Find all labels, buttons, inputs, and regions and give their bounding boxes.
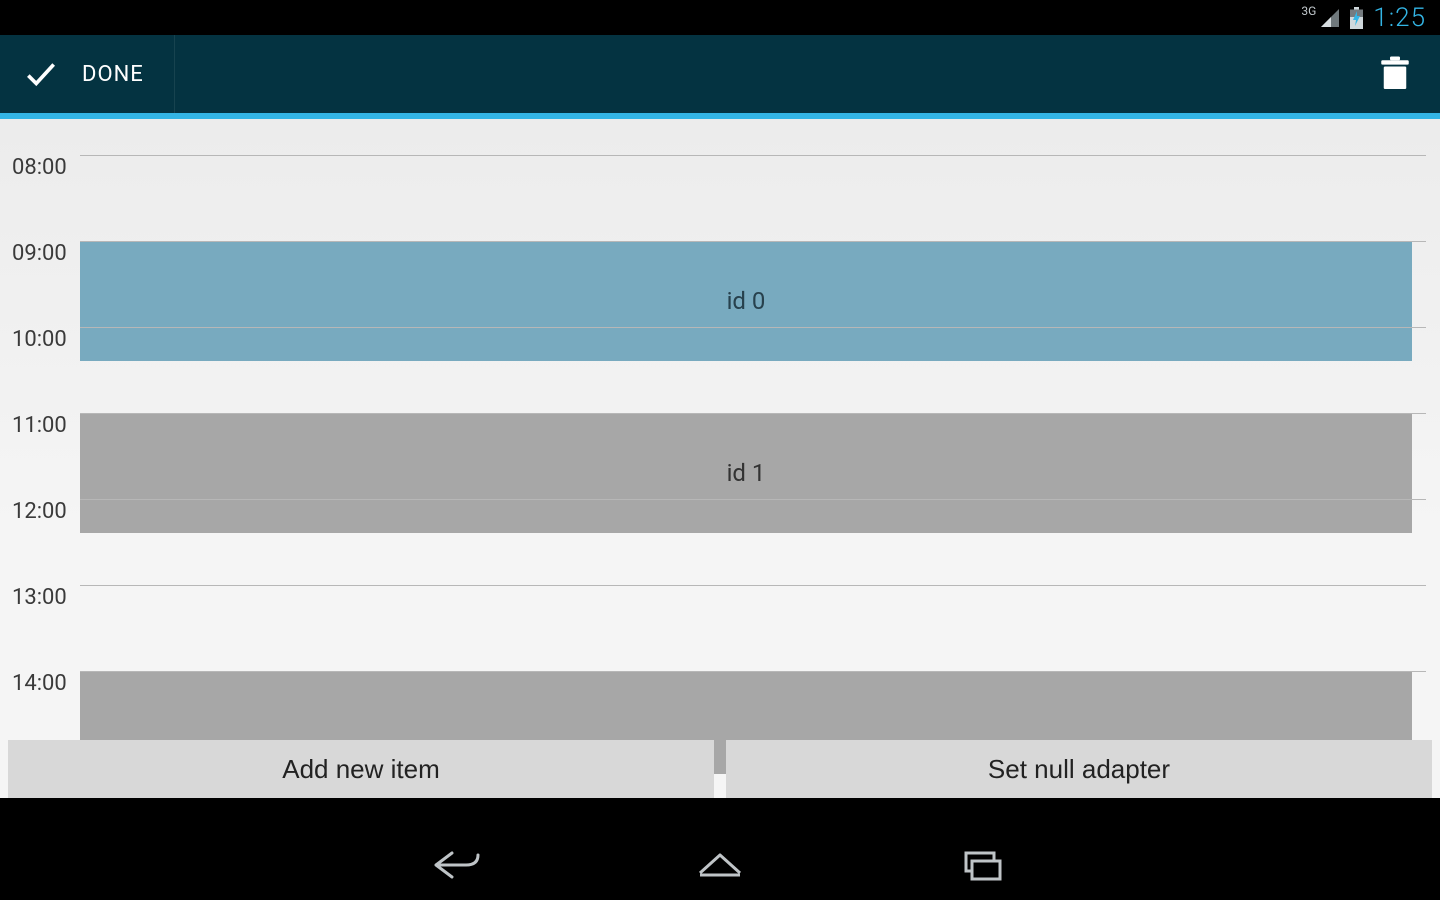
hour-grid-line <box>80 499 1426 500</box>
hour-grid-line <box>80 327 1426 328</box>
android-status-bar: 3G 1:25 <box>0 0 1440 35</box>
hour-label: 09:00 <box>12 241 67 266</box>
done-button[interactable]: DONE <box>0 35 175 113</box>
nav-back-button[interactable] <box>412 835 504 899</box>
signal-icon <box>1320 8 1340 28</box>
hour-grid-line <box>80 671 1426 672</box>
delete-button[interactable] <box>1350 35 1440 113</box>
letterbox-gap <box>0 798 1440 834</box>
recents-icon <box>956 845 1008 885</box>
android-nav-bar <box>0 834 1440 900</box>
schedule-view[interactable]: 08:00 09:00 10:00 11:00 12:00 13:00 14:00 id 0… <box>0 119 1440 798</box>
hour-label: 12:00 <box>12 499 67 524</box>
hour-grid-line <box>80 413 1426 414</box>
hour-grid-line <box>80 585 1426 586</box>
hour-label: 08:00 <box>12 155 67 180</box>
done-label: DONE <box>82 62 144 87</box>
nav-recents-button[interactable] <box>936 835 1028 899</box>
hour-grid-line <box>80 241 1426 242</box>
clock-label: 1:25 <box>1373 3 1426 33</box>
battery-charging-icon <box>1350 7 1363 29</box>
check-icon <box>22 55 60 93</box>
event-block[interactable]: id 0 <box>80 241 1412 361</box>
set-null-adapter-button[interactable]: Set null adapter <box>726 740 1432 798</box>
hour-label: 13:00 <box>12 585 67 610</box>
nav-home-button[interactable] <box>674 835 766 899</box>
hour-label: 14:00 <box>12 671 67 696</box>
hour-label: 11:00 <box>12 413 67 438</box>
action-bar: DONE <box>0 35 1440 113</box>
bottom-button-row: Add new item Set null adapter <box>8 740 1432 798</box>
add-new-item-button[interactable]: Add new item <box>8 740 714 798</box>
network-type-label: 3G <box>1301 5 1316 17</box>
hour-grid-line <box>80 155 1426 156</box>
back-icon <box>432 845 484 885</box>
hour-label: 10:00 <box>12 327 67 352</box>
event-block[interactable]: id 1 <box>80 413 1412 533</box>
trash-icon <box>1380 56 1410 92</box>
home-icon <box>694 845 746 885</box>
